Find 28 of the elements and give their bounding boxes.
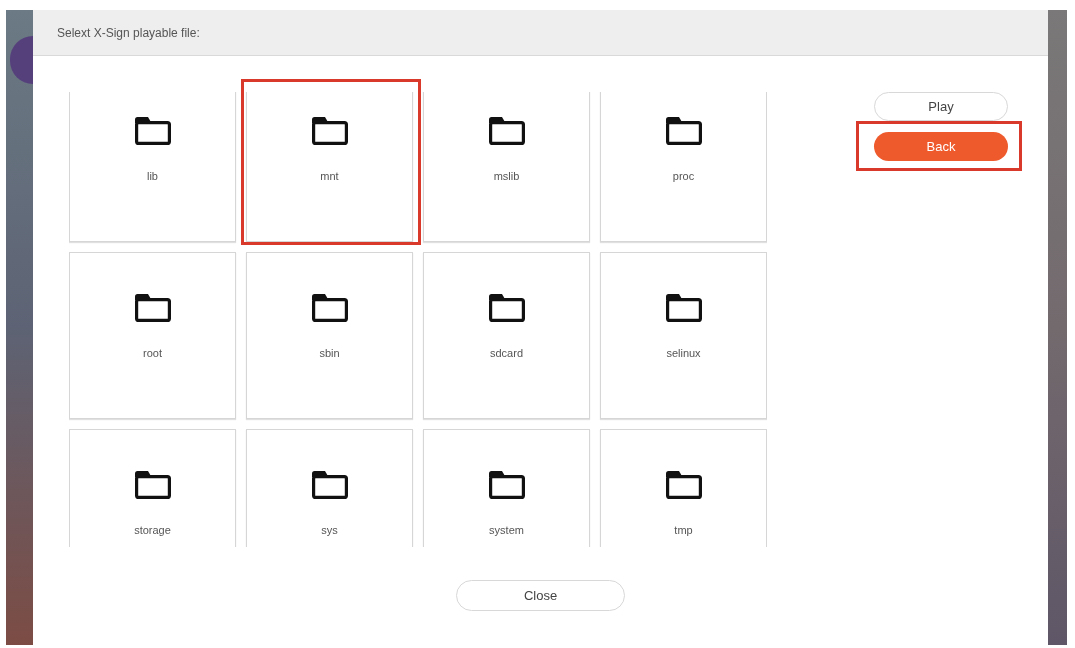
folder-tile[interactable]: selinux: [600, 252, 767, 419]
dialog-title: Selext X-Sign playable file:: [57, 25, 200, 40]
folder-tile[interactable]: storage: [69, 429, 236, 547]
folder-tile[interactable]: system: [423, 429, 590, 547]
folder-icon: [665, 471, 702, 499]
folder-icon: [665, 117, 702, 145]
folder-icon: [134, 294, 171, 322]
folder-tile[interactable]: sys: [246, 429, 413, 547]
folder-icon: [488, 471, 525, 499]
folder-tile[interactable]: sdcard: [423, 252, 590, 419]
folder-icon: [311, 117, 348, 145]
play-button[interactable]: Play: [874, 92, 1008, 121]
folder-icon: [311, 471, 348, 499]
folder-icon: [665, 294, 702, 322]
folder-tile[interactable]: root: [69, 252, 236, 419]
folder-tile[interactable]: proc: [600, 92, 767, 242]
app-icon: [10, 36, 33, 84]
close-button[interactable]: Close: [456, 580, 625, 611]
folder-icon: [134, 117, 171, 145]
folder-icon: [488, 117, 525, 145]
folder-icon: [311, 294, 348, 322]
folder-icon: [488, 294, 525, 322]
folder-tile[interactable]: mnt: [246, 92, 413, 242]
folder-tile[interactable]: mslib: [423, 92, 590, 242]
folder-icon: [134, 471, 171, 499]
folder-tile[interactable]: tmp: [600, 429, 767, 547]
folder-tile[interactable]: sbin: [246, 252, 413, 419]
folder-tile[interactable]: lib: [69, 92, 236, 242]
